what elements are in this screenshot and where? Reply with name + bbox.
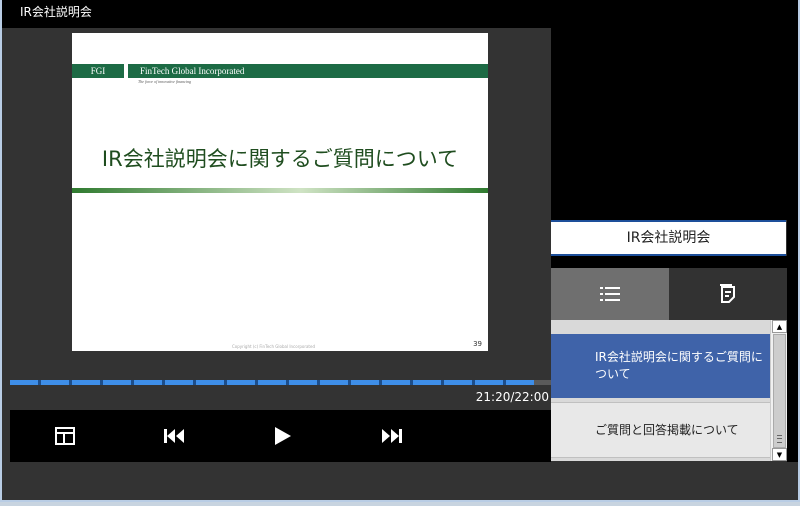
bottom-bar: [2, 462, 798, 500]
chapter-list: IR会社説明会に関するご質問について ご質問と回答掲載について ▲ ▼: [551, 320, 787, 461]
title-bar: IR会社説明会: [2, 0, 798, 28]
layout-button[interactable]: [35, 410, 95, 462]
presentation-slide: FGI FinTech Global Incorporated The forc…: [72, 33, 488, 351]
slide-page-number: 39: [473, 340, 482, 348]
previous-button[interactable]: [144, 410, 204, 462]
chapter-item[interactable]: ご質問と回答掲載について: [551, 402, 771, 458]
panel-tabs: [551, 268, 787, 320]
slide-title-underline: [72, 188, 488, 193]
skip-previous-icon: [164, 429, 184, 443]
layout-icon: [55, 427, 75, 445]
next-button[interactable]: [362, 410, 422, 462]
window-title: IR会社説明会: [20, 5, 92, 19]
slide-tagline: The force of innovative financing: [138, 79, 191, 84]
playback-controls: [10, 410, 551, 462]
chapter-label: ご質問と回答掲載について: [595, 422, 739, 437]
play-button[interactable]: [253, 410, 313, 462]
seek-bar[interactable]: [10, 380, 551, 385]
tab-chapters[interactable]: [551, 268, 669, 320]
chapter-label: IR会社説明会に関するご質問について: [595, 350, 763, 381]
right-edge: [787, 28, 798, 462]
slide-title: IR会社説明会に関するご質問について: [101, 147, 459, 171]
slide-player: FGI FinTech Global Incorporated The forc…: [10, 28, 551, 462]
seek-bar-progress: [10, 380, 534, 385]
slide-header-band: FGI FinTech Global Incorporated: [72, 64, 488, 78]
presenter-video: [551, 28, 787, 220]
slide-company-name: FinTech Global Incorporated: [140, 66, 245, 76]
chapter-item-active[interactable]: IR会社説明会に関するご質問について: [551, 334, 771, 398]
time-display: 21:20/22:00: [475, 390, 549, 404]
scroll-down-arrow-icon[interactable]: ▼: [772, 448, 787, 461]
slide-logo: FGI: [72, 64, 128, 78]
notes-icon: [720, 284, 735, 303]
chapter-scrollbar[interactable]: ▲ ▼: [770, 320, 787, 461]
list-icon: [600, 287, 620, 301]
scroll-up-arrow-icon[interactable]: ▲: [772, 320, 787, 333]
slide-copyright: Copyright (c) FinTech Global Incorporate…: [232, 344, 315, 349]
session-title: IR会社説明会: [551, 220, 786, 256]
panel-divider: [551, 256, 787, 268]
scroll-thumb[interactable]: [773, 334, 786, 448]
tab-notes[interactable]: [669, 268, 787, 320]
play-icon: [275, 427, 291, 445]
grip-icon: [777, 435, 782, 443]
player-window: IR会社説明会 FGI FinTech Global Incorporated …: [0, 0, 800, 502]
skip-next-icon: [382, 429, 402, 443]
